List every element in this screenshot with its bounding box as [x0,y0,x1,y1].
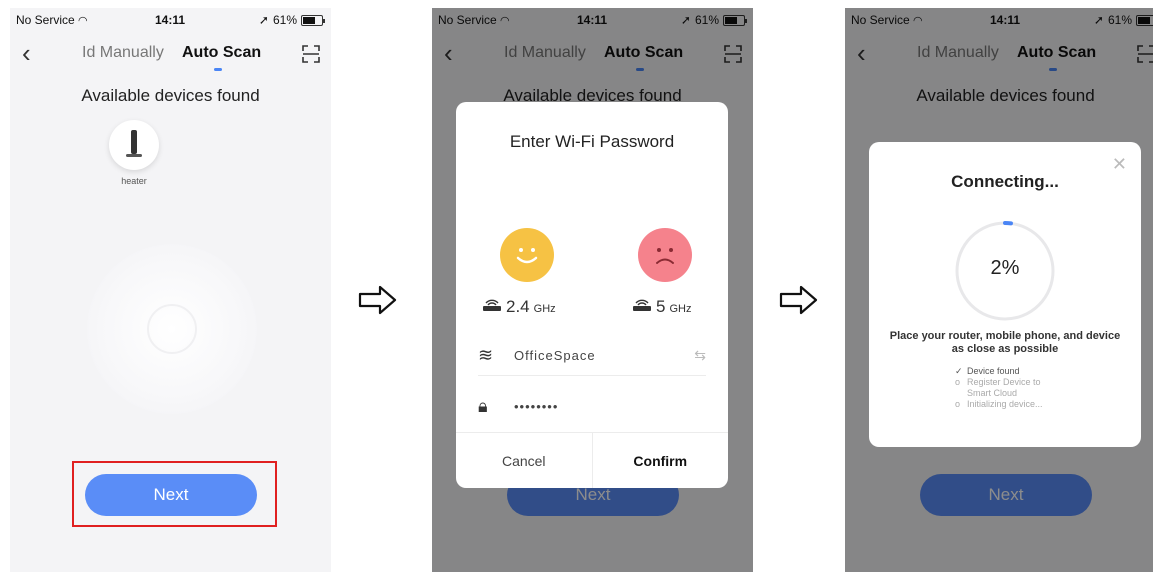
wifi-icon: ≋ [478,345,494,365]
clock: 14:11 [155,13,186,27]
lock-icon: 🔒︎ [478,395,488,416]
screen-connecting: No Service ◠ 14:11 ➚ 61% ‹ Id Manually Au… [845,8,1153,572]
progress-percent: 2% [990,257,1020,279]
router-icon [483,299,501,311]
router-icon [633,299,651,311]
sad-face-icon [638,228,692,282]
check-icon: ✓ [955,366,963,376]
connection-steps: ✓ Device found o Register Device to Smart … [955,366,1059,410]
battery-icon [301,14,325,26]
password-value: •••••••• [514,398,559,414]
progress-ring: 2% [953,219,1057,323]
scan-radar [87,244,257,414]
band-5ghz: 5 GHz [632,297,691,317]
band-unit: GHz [669,303,692,315]
tab-auto-scan[interactable]: Auto Scan [182,44,261,71]
step-label: Register Device to Smart Cloud [967,377,1041,398]
wifi-password-dialog: Enter Wi-Fi Password 2.4 GHz 5 GHz ≋ Offic… [456,102,728,488]
step-item: o Register Device to Smart Cloud [955,377,1059,399]
placement-hint: Place your router, mobile phone, and dev… [889,330,1121,355]
cancel-button[interactable]: Cancel [456,433,593,488]
navbar: ‹ Id Manually Auto Scan [10,38,331,72]
page-title: Available devices found [81,86,260,105]
band-value: 5 [656,297,666,316]
screen-device-found: No Service ◠ 14:11 ➚ 61% ‹ Id Manually Au… [10,8,331,572]
device-item[interactable]: heater [108,120,160,186]
band-unit: GHz [533,303,556,315]
dialog-actions: Cancel Confirm [456,432,728,488]
wifi-signal-icon: ◠ [78,15,88,27]
arrow-right-icon [358,285,397,315]
swap-network-icon[interactable]: ⇆ [694,347,706,364]
ssid-value: OfficeSpace [514,348,596,363]
band-2-4ghz: 2.4 GHz [482,297,556,317]
step-item: o Initializing device... [955,399,1059,410]
step-label: Initializing device... [967,399,1043,409]
tab-id-manually[interactable]: Id Manually [82,44,164,62]
battery-percent: 61% [272,13,297,27]
arrow-right-icon [779,285,818,315]
location-icon: ➚ [258,13,269,27]
screen-wifi-password: No Service ◠ 14:11 ➚ 61% ‹ Id Manually Au… [432,8,753,572]
confirm-button[interactable]: Confirm [593,433,729,488]
dialog-title: Enter Wi-Fi Password [509,132,675,151]
password-field[interactable]: 🔒︎ •••••••• [478,386,706,426]
next-button[interactable]: Next [85,474,257,516]
pending-icon: o [955,377,961,387]
ssid-field[interactable]: ≋ OfficeSpace ⇆ [478,336,706,376]
carrier-text: No Service ◠ [16,13,88,27]
happy-face-icon [500,228,554,282]
scan-frame-icon[interactable] [301,44,321,64]
device-label: heater [121,176,147,186]
dialog-title: Connecting... [951,172,1059,191]
battery-indicator: ➚ 61% [258,13,325,27]
status-bar: No Service ◠ 14:11 ➚ 61% [10,8,331,30]
heater-icon [109,120,159,170]
step-item: ✓ Device found [955,366,1059,377]
band-value: 2.4 [506,297,530,316]
step-label: Device found [967,366,1020,376]
chevron-left-icon[interactable]: ‹ [22,38,31,68]
pending-icon: o [955,399,961,409]
connecting-dialog: ✕ Connecting... 2% Place your router, mo… [869,142,1141,447]
